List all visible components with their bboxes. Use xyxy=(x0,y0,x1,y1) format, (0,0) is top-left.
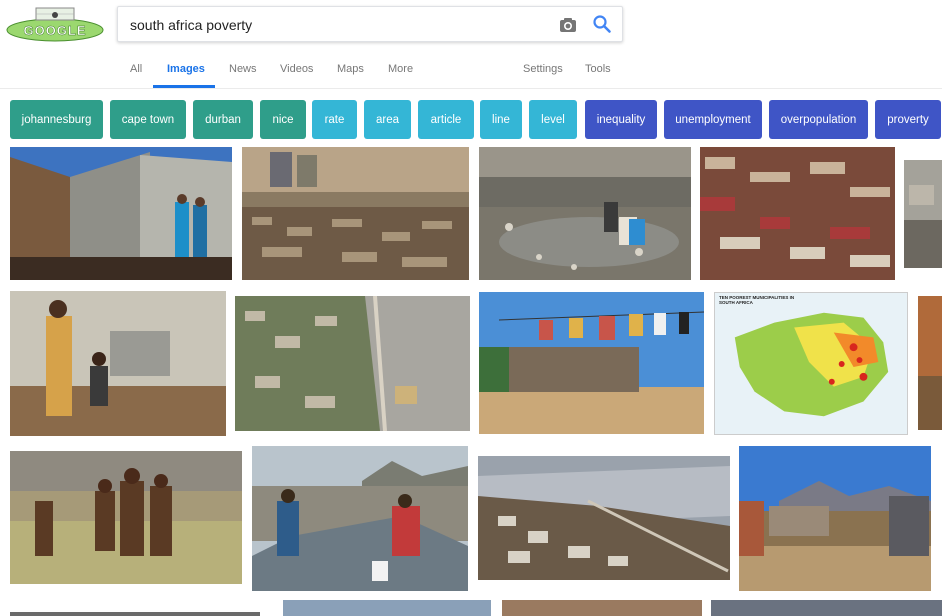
result-image-row4-1[interactable] xyxy=(10,612,260,616)
chip-line[interactable]: line xyxy=(480,100,522,139)
result-image-partial-right-2[interactable] xyxy=(918,296,942,430)
search-input[interactable] xyxy=(130,15,550,35)
tab-tools[interactable]: Tools xyxy=(585,63,611,75)
tab-videos[interactable]: Videos xyxy=(280,63,313,75)
camera-icon[interactable] xyxy=(558,15,578,35)
chip-durban[interactable]: durban xyxy=(193,100,253,139)
result-image-partial-right-1[interactable] xyxy=(904,160,942,268)
result-image-aerial-settlement-divide[interactable] xyxy=(235,296,470,431)
chip-nice[interactable]: nice xyxy=(260,100,306,139)
chip-article[interactable]: article xyxy=(418,100,474,139)
tab-maps[interactable]: Maps xyxy=(337,63,364,75)
search-icon[interactable] xyxy=(592,14,612,34)
tab-all[interactable]: All xyxy=(130,63,142,75)
chip-rate[interactable]: rate xyxy=(312,100,357,139)
chip-unemployment[interactable]: unemployment xyxy=(664,100,762,139)
result-image-township-aerial[interactable] xyxy=(242,147,469,280)
result-image-row4-2[interactable] xyxy=(283,600,491,616)
chip-inequality[interactable]: inequality xyxy=(585,100,657,139)
chip-level[interactable]: level xyxy=(529,100,577,139)
result-image-shacks-mountains[interactable] xyxy=(739,446,931,591)
result-image-flooded-street[interactable] xyxy=(252,446,468,591)
map-title: TEN POOREST MUNICIPALITIES IN SOUTH AFRI… xyxy=(719,295,795,305)
result-image-mother-child[interactable] xyxy=(10,291,226,436)
result-image-row4-4[interactable] xyxy=(711,600,942,616)
result-image-children-dump[interactable] xyxy=(10,451,242,584)
search-box[interactable] xyxy=(117,6,623,42)
result-image-shacks-residents[interactable] xyxy=(10,147,232,280)
tab-more[interactable]: More xyxy=(388,63,413,75)
tab-settings[interactable]: Settings xyxy=(523,63,563,75)
search-tabs: All Images News Videos Maps More Setting… xyxy=(0,50,942,89)
chip-johannesburg[interactable]: johannesburg xyxy=(10,100,103,139)
chip-proverty[interactable]: proverty xyxy=(875,100,941,139)
result-image-row4-3[interactable] xyxy=(502,600,702,616)
tab-news[interactable]: News xyxy=(229,63,257,75)
active-tab-indicator xyxy=(153,85,215,88)
result-image-poverty-map[interactable]: TEN POOREST MUNICIPALITIES IN SOUTH AFRI… xyxy=(714,292,908,435)
chip-cape-town[interactable]: cape town xyxy=(110,100,186,139)
result-image-dense-shantytown[interactable] xyxy=(700,147,895,280)
tab-images[interactable]: Images xyxy=(167,63,205,75)
result-image-laundry-line[interactable] xyxy=(479,292,704,434)
chip-area[interactable]: area xyxy=(364,100,411,139)
result-image-polluted-water-women[interactable] xyxy=(479,147,691,280)
result-image-hillside-settlement[interactable] xyxy=(478,456,730,580)
chip-overpopulation[interactable]: overpopulation xyxy=(769,100,868,139)
google-doodle-logo[interactable]: GOOGLE xyxy=(6,6,104,42)
logo-text: GOOGLE xyxy=(23,23,86,38)
